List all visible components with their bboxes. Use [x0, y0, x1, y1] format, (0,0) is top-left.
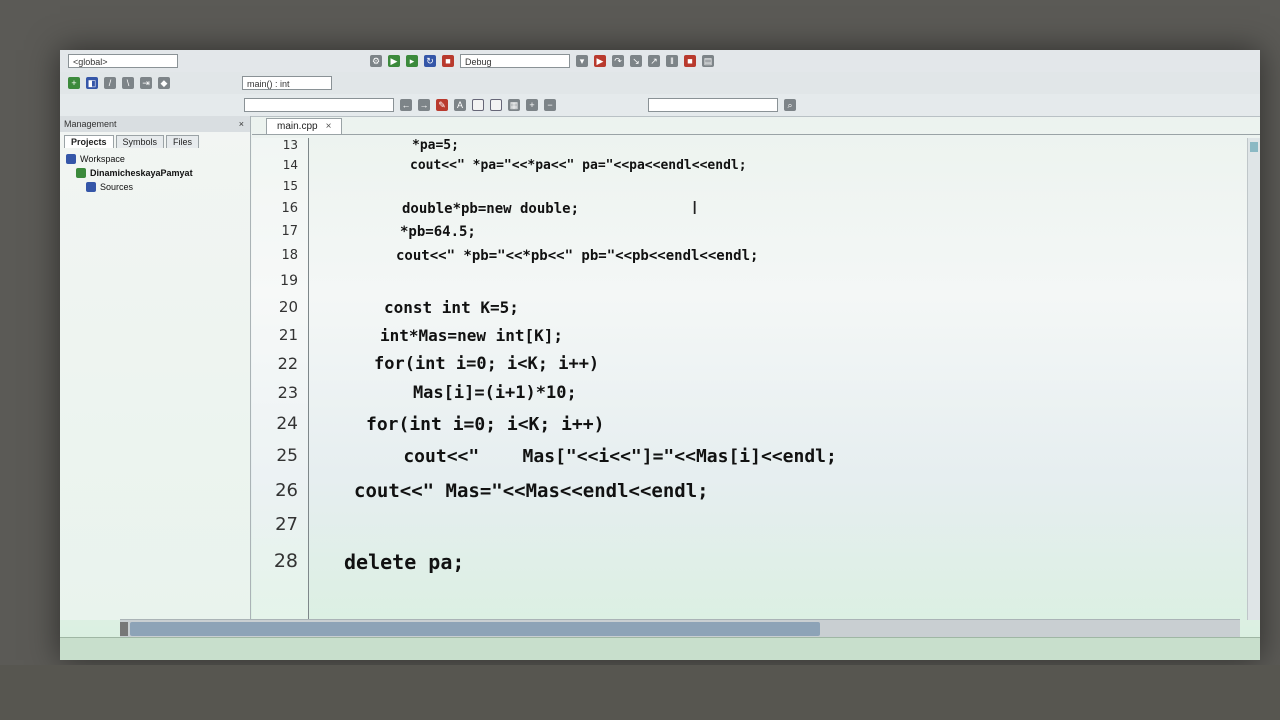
code-line[interactable]: const int K=5; — [384, 298, 519, 317]
symbol-combo[interactable] — [244, 98, 394, 112]
status-bar — [60, 637, 1260, 660]
pause-icon[interactable]: ‖ — [666, 55, 678, 67]
line-number: 14 — [282, 158, 298, 172]
debug-windows-icon[interactable]: ▤ — [702, 55, 714, 67]
project-tree: Workspace DinamicheskayaPamyat Sources — [60, 148, 250, 198]
line-number: 13 — [282, 138, 298, 152]
new-file-icon[interactable]: + — [68, 77, 80, 89]
file-tabs: main.cpp × — [252, 116, 1260, 135]
project-icon — [76, 168, 86, 178]
rebuild-icon[interactable]: ↻ — [424, 55, 436, 67]
build-and-run-icon[interactable]: ▸ — [406, 55, 418, 67]
uncomment-icon[interactable]: \ — [122, 77, 134, 89]
code-line[interactable]: cout<<" Mas="<<Mas<<endl<<endl; — [354, 480, 709, 502]
code-line[interactable]: double*pb=new double; — [402, 201, 579, 217]
close-tab-icon[interactable]: × — [326, 121, 332, 132]
tree-item-label: Sources — [100, 182, 134, 192]
code-line[interactable]: *pb=64.5; — [400, 224, 476, 240]
step-over-icon[interactable]: ↷ — [612, 55, 624, 67]
jump-icon[interactable]: ⇥ — [140, 77, 152, 89]
close-icon[interactable]: × — [239, 116, 244, 132]
vertical-scrollbar[interactable] — [1247, 138, 1260, 620]
line-number: 27 — [275, 514, 298, 535]
search-toolbar: ← → ✎ A ▦ + − ⌕ — [60, 94, 1260, 117]
code-line[interactable]: int*Mas=new int[K]; — [380, 326, 563, 345]
vertical-scroll-thumb[interactable] — [1250, 142, 1258, 152]
main-toolbar: <global> ⚙ ▶ ▸ ↻ ■ Debug ▾ ▶ ↷ ↘ ↗ ‖ ■ ▤ — [60, 50, 1260, 73]
run-icon[interactable]: ▶ — [388, 55, 400, 67]
line-number: 22 — [277, 354, 298, 373]
tab-main-cpp[interactable]: main.cpp × — [266, 118, 343, 134]
step-out-icon[interactable]: ↗ — [648, 55, 660, 67]
line-number: 18 — [281, 248, 298, 263]
rect-icon[interactable] — [490, 99, 502, 111]
screen-bezel — [0, 665, 1280, 720]
build-target-combo[interactable]: Debug — [460, 54, 570, 68]
code-line[interactable]: *pa=5; — [412, 138, 459, 153]
file-tab-label: main.cpp — [277, 121, 318, 132]
comment-icon[interactable]: / — [104, 77, 116, 89]
code-line[interactable]: delete pa; — [344, 550, 464, 574]
zoom-in-icon[interactable]: + — [526, 99, 538, 111]
search-input[interactable] — [648, 98, 778, 112]
management-tabs: Projects Symbols Files — [60, 132, 250, 148]
code-line[interactable]: cout<<" Mas["<<i<<"]="<<Mas[i]<<endl; — [360, 446, 836, 467]
zoom-out-icon[interactable]: − — [544, 99, 556, 111]
line-number: 17 — [281, 224, 298, 239]
tree-item-label: DinamicheskayaPamyat — [90, 168, 193, 178]
horizontal-scroll-thumb[interactable] — [130, 622, 820, 636]
back-icon[interactable]: ← — [400, 99, 412, 111]
tab-projects[interactable]: Projects — [64, 135, 114, 148]
code-line[interactable]: for(int i=0; i<K; i++) — [374, 354, 599, 374]
line-number: 24 — [276, 414, 298, 434]
tree-item-sources[interactable]: Sources — [66, 180, 244, 194]
line-number: 15 — [282, 179, 298, 193]
scroll-left-icon[interactable] — [120, 622, 128, 636]
bookmark-icon[interactable]: ◆ — [158, 77, 170, 89]
line-number: 20 — [278, 298, 298, 316]
code-view[interactable]: 13 *pa=5; 14 cout<<" *pa="<<*pa<<" pa="<<pa… — [252, 138, 1246, 620]
management-pane: Management × Projects Symbols Files Work… — [60, 116, 251, 620]
tree-item-label: Workspace — [80, 154, 125, 164]
horizontal-scrollbar[interactable] — [120, 619, 1240, 638]
management-title-bar: Management × — [60, 116, 250, 132]
code-line[interactable]: Mas[i]=(i+1)*10; — [372, 383, 577, 403]
abort-icon[interactable]: ■ — [442, 55, 454, 67]
code-line[interactable]: for(int i=0; i<K; i++) — [366, 414, 604, 435]
line-number: 16 — [281, 201, 298, 216]
text-cursor-icon: I — [692, 198, 698, 219]
folder-icon — [86, 182, 96, 192]
line-number: 25 — [276, 446, 298, 466]
editor-area: main.cpp × 13 *pa=5; 14 cout<<" *pa="<<*pa<… — [252, 116, 1260, 620]
tab-files[interactable]: Files — [166, 135, 200, 148]
workspace-icon — [66, 154, 76, 164]
dropdown-arrow-icon[interactable]: ▾ — [576, 55, 588, 67]
tree-item-workspace[interactable]: Workspace — [66, 152, 244, 166]
management-title: Management — [64, 119, 117, 129]
code-line[interactable]: cout<<" *pb="<<*pb<<" pb="<<pb<<endl<<en… — [396, 248, 758, 264]
build-icon[interactable]: ⚙ — [370, 55, 382, 67]
line-number: 19 — [280, 273, 298, 289]
find-icon[interactable]: ⌕ — [784, 99, 796, 111]
projected-screen: <global> ⚙ ▶ ▸ ↻ ■ Debug ▾ ▶ ↷ ↘ ↗ ‖ ■ ▤… — [60, 50, 1260, 660]
layout-icon[interactable]: ▦ — [508, 99, 520, 111]
code-line[interactable]: cout<<" *pa="<<*pa<<" pa="<<pa<<endl<<en… — [410, 158, 747, 173]
forward-icon[interactable]: → — [418, 99, 430, 111]
function-combo[interactable]: main() : int — [242, 76, 332, 90]
match-case-icon[interactable]: A — [454, 99, 466, 111]
line-number: 23 — [277, 383, 298, 402]
tab-symbols[interactable]: Symbols — [115, 135, 165, 148]
code-completion-toolbar: + ◧ / \ ⇥ ◆ main() : int — [60, 72, 1260, 95]
open-icon[interactable]: ◧ — [86, 77, 98, 89]
step-into-icon[interactable]: ↘ — [630, 55, 642, 67]
highlight-icon[interactable]: ✎ — [436, 99, 448, 111]
select-icon[interactable] — [472, 99, 484, 111]
tree-item-project[interactable]: DinamicheskayaPamyat — [66, 166, 244, 180]
scope-combo[interactable]: <global> — [68, 54, 178, 68]
debug-start-icon[interactable]: ▶ — [594, 55, 606, 67]
line-number: 26 — [275, 480, 298, 501]
line-number: 28 — [273, 550, 298, 572]
line-number: 21 — [278, 326, 298, 344]
stop-debug-icon[interactable]: ■ — [684, 55, 696, 67]
